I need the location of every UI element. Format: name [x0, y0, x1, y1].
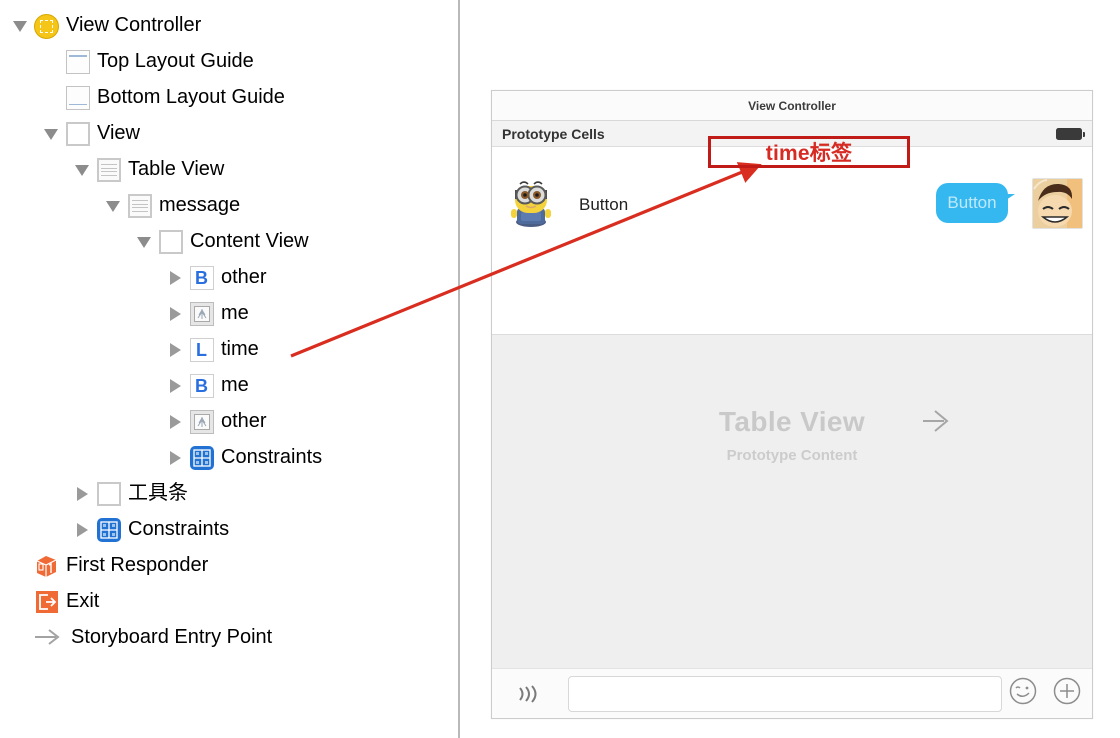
- scene-titlebar: View Controller: [492, 91, 1092, 121]
- outline-item-label: Constraints: [221, 446, 323, 468]
- outline-item-label: View: [97, 122, 140, 144]
- outline-item-bottom-layout-guide[interactable]: Bottom Layout Guide: [41, 80, 285, 116]
- exit-icon: [34, 590, 59, 615]
- disclosure-triangle-right-icon[interactable]: [165, 268, 185, 288]
- outline-item-me-image[interactable]: me: [165, 296, 249, 332]
- table-view-title: Table View: [718, 406, 866, 437]
- constraints-icon: [96, 518, 121, 543]
- anime-avatar-image[interactable]: [1032, 178, 1083, 229]
- outline-panel: View Controller Top Layout Guide Bottom La…: [0, 0, 458, 738]
- button-icon: B: [189, 374, 214, 399]
- outline-item-label: Storyboard Entry Point: [71, 626, 273, 648]
- outline-item-other-image[interactable]: other: [165, 404, 267, 440]
- outline-item-view[interactable]: View: [41, 116, 140, 152]
- outline-item-exit[interactable]: Exit: [10, 584, 99, 620]
- disclosure-triangle-right-icon[interactable]: [72, 520, 92, 540]
- button-icon: B: [189, 266, 214, 291]
- table-view-icon: [96, 158, 121, 183]
- content-view-icon: [158, 230, 183, 255]
- top-layout-guide-icon: [65, 50, 90, 75]
- cell-left-button-label[interactable]: Button: [579, 195, 628, 215]
- label-icon: L: [189, 338, 214, 363]
- bottom-layout-guide-icon: [65, 86, 90, 111]
- first-responder-icon: [34, 554, 59, 579]
- table-view-subtitle: Prototype Content: [726, 447, 858, 464]
- disclosure-triangle-right-icon[interactable]: [165, 304, 185, 324]
- message-toolbar: [492, 668, 1092, 718]
- disclosure-triangle-right-icon[interactable]: [165, 448, 185, 468]
- outline-item-label: me: [221, 374, 249, 396]
- outline-item-label: me: [221, 302, 249, 324]
- outline-item-view-controller[interactable]: View Controller: [10, 8, 201, 44]
- disclosure-triangle-right-icon[interactable]: [165, 412, 185, 432]
- outline-item-storyboard-entry-point[interactable]: Storyboard Entry Point: [10, 620, 272, 656]
- outline-item-top-layout-guide[interactable]: Top Layout Guide: [41, 44, 254, 80]
- outline-item-first-responder[interactable]: First Responder: [10, 548, 208, 584]
- table-cell-icon: [127, 194, 152, 219]
- minion-avatar-image[interactable]: [504, 176, 558, 230]
- canvas-panel: View Controller Prototype Cells Button B…: [460, 0, 1120, 738]
- image-view-icon: [189, 302, 214, 327]
- disclosure-triangle-down-icon[interactable]: [72, 160, 92, 180]
- disclosure-triangle-down-icon[interactable]: [134, 232, 154, 252]
- outline-item-other-button[interactable]: Bother: [165, 260, 267, 296]
- disclosure-triangle-down-icon[interactable]: [10, 16, 30, 36]
- outline-item-time-label[interactable]: Ltime: [165, 332, 259, 368]
- view-icon: [65, 122, 90, 147]
- outline-item-table-view[interactable]: Table View: [72, 152, 224, 188]
- annotation-text: time标签: [765, 142, 853, 165]
- outline-item-label: Exit: [66, 590, 100, 612]
- outline-item-view-constraints[interactable]: Constraints: [72, 512, 229, 548]
- view-controller-icon: [34, 13, 59, 39]
- disclosure-triangle-right-icon[interactable]: [165, 376, 185, 396]
- scene-entry-arrow-icon: [923, 410, 949, 432]
- outline-item-label: message: [159, 194, 241, 216]
- outline-item-label: time: [221, 338, 259, 360]
- constraints-icon: [189, 446, 214, 471]
- outline-item-content-constraints[interactable]: Constraints: [165, 440, 322, 476]
- disclosure-triangle-right-icon[interactable]: [165, 340, 185, 360]
- outline-item-label: other: [221, 266, 267, 288]
- outline-item-label: View Controller: [66, 14, 202, 36]
- outline-item-label: Table View: [128, 158, 225, 180]
- table-view-placeholder: Table View Prototype Content: [492, 335, 1092, 684]
- outline-item-label: First Responder: [66, 554, 209, 576]
- outline-item-me-button[interactable]: Bme: [165, 368, 249, 404]
- voice-wave-icon[interactable]: [492, 682, 562, 706]
- outline-item-label: Top Layout Guide: [97, 50, 254, 72]
- cell-right-bubble-button[interactable]: Button: [936, 183, 1015, 223]
- outline-item-content-view[interactable]: Content View: [134, 224, 309, 260]
- disclosure-triangle-down-icon[interactable]: [41, 124, 61, 144]
- outline-item-label: Content View: [190, 230, 309, 252]
- outline-item-label: Bottom Layout Guide: [97, 86, 285, 108]
- battery-icon: [1056, 127, 1085, 140]
- outline-item-label: Constraints: [128, 518, 230, 540]
- scene-title: View Controller: [748, 98, 836, 113]
- plus-circle-icon[interactable]: [1052, 676, 1082, 711]
- prototype-cell[interactable]: Button Button: [492, 147, 1092, 335]
- disclosure-triangle-down-icon[interactable]: [103, 196, 123, 216]
- annotation-box: time标签: [708, 136, 910, 168]
- outline-item-label: 工具条: [128, 482, 188, 504]
- message-input[interactable]: [568, 675, 1002, 712]
- prototype-cells-label: Prototype Cells: [502, 125, 605, 142]
- outline-item-message[interactable]: message: [103, 188, 240, 224]
- outline-item-label: other: [221, 410, 267, 432]
- disclosure-triangle-right-icon[interactable]: [72, 484, 92, 504]
- cell-right-bubble-label: Button: [947, 193, 997, 212]
- image-view-icon: [189, 410, 214, 435]
- view-icon: [96, 482, 121, 507]
- scene-device-frame: View Controller Prototype Cells Button B…: [491, 90, 1093, 719]
- outline-item-toolbar-cn[interactable]: 工具条: [72, 476, 188, 512]
- entry-point-arrow-icon: [34, 626, 64, 651]
- emoji-face-icon[interactable]: [1008, 676, 1038, 711]
